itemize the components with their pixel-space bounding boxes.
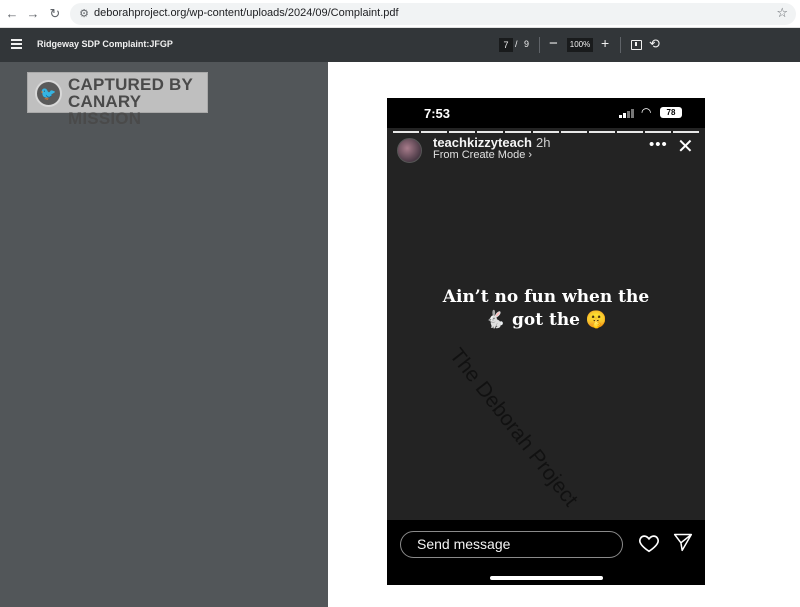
fit-to-page-icon[interactable]	[631, 40, 642, 50]
story-progress-segment	[673, 131, 699, 133]
story-progress-segment	[505, 131, 531, 133]
story-progress-bar	[393, 131, 699, 133]
avatar[interactable]	[397, 138, 422, 163]
stamp-line-1: CAPTURED BY	[68, 75, 193, 94]
signal-icon	[619, 109, 635, 118]
story-progress-segment	[421, 131, 447, 133]
home-indicator	[490, 576, 603, 580]
heart-icon[interactable]	[638, 532, 660, 554]
stamp-text: CAPTURED BY CANARY MISSION	[68, 76, 207, 127]
total-pages: 9	[524, 39, 530, 49]
more-options-icon[interactable]: •••	[649, 136, 668, 153]
story-header: teachkizzyteach 2h From Create Mode › •••…	[387, 134, 705, 164]
address-bar[interactable]: ⚙ deborahproject.org/wp-content/uploads/…	[70, 3, 796, 25]
reload-icon[interactable]: ↻	[46, 5, 64, 23]
story-progress-segment	[645, 131, 671, 133]
story-reply-bar: Send message	[387, 520, 705, 585]
rotate-icon[interactable]: ⟲	[649, 36, 660, 52]
story-progress-segment	[589, 131, 615, 133]
send-icon[interactable]	[673, 532, 693, 552]
zoom-out-button[interactable]: −	[549, 35, 558, 52]
story-progress-segment	[449, 131, 475, 133]
caption-line-1: Ain’t no fun when the	[442, 287, 650, 307]
bookmark-star-icon[interactable]: ☆	[776, 5, 788, 21]
story-progress-segment	[393, 131, 419, 133]
story-progress-segment	[561, 131, 587, 133]
menu-icon[interactable]	[11, 39, 22, 49]
canary-mission-stamp: 🐦 CAPTURED BY CANARY MISSION	[27, 72, 208, 127]
battery-icon: 78	[660, 107, 682, 118]
viewer-margin	[0, 62, 328, 607]
zoom-level-input[interactable]: 100%	[567, 38, 593, 52]
close-icon[interactable]: ✕	[677, 137, 694, 157]
browser-url-bar: ← → ↻ ⚙ deborahproject.org/wp-content/up…	[0, 0, 800, 28]
pdf-toolbar: Ridgeway SDP Complaint:JFGP 7 / 9 − 100%…	[0, 28, 800, 62]
toolbar-divider	[539, 37, 540, 53]
zoom-in-button[interactable]: +	[601, 35, 609, 51]
story-progress-segment	[533, 131, 559, 133]
url-text[interactable]: deborahproject.org/wp-content/uploads/20…	[94, 7, 399, 19]
story-caption: Ain’t no fun when the 🐇 got the 🤫	[387, 286, 705, 332]
document-title: Ridgeway SDP Complaint:JFGP	[37, 39, 173, 49]
page-separator: /	[515, 39, 518, 49]
current-page-input[interactable]: 7	[499, 38, 513, 52]
story-username[interactable]: teachkizzyteach 2h	[433, 135, 550, 150]
posted-ago: 2h	[536, 135, 551, 150]
status-time: 7:53	[424, 106, 451, 121]
instagram-story-screenshot: 7:53 ◠ 78 teachkizzyteach 2h From Create …	[387, 98, 705, 585]
forward-arrow-icon[interactable]: →	[24, 5, 42, 23]
toolbar-divider	[620, 37, 621, 53]
stamp-line-2: CANARY MISSION	[68, 92, 142, 128]
story-progress-segment	[617, 131, 643, 133]
canary-bird-icon: 🐦	[35, 80, 62, 107]
caption-line-2: 🐇 got the 🤫	[484, 310, 608, 330]
story-progress-segment	[477, 131, 503, 133]
story-subtitle[interactable]: From Create Mode ›	[433, 149, 532, 161]
phone-status-bar: 7:53 ◠ 78	[387, 98, 705, 128]
back-arrow-icon[interactable]: ←	[3, 5, 21, 23]
wifi-icon: ◠	[641, 105, 652, 119]
watermark-text: The Deborah Project	[444, 344, 583, 511]
site-info-icon[interactable]: ⚙	[77, 7, 91, 21]
username-text[interactable]: teachkizzyteach	[433, 135, 532, 150]
send-message-input[interactable]: Send message	[400, 531, 623, 558]
